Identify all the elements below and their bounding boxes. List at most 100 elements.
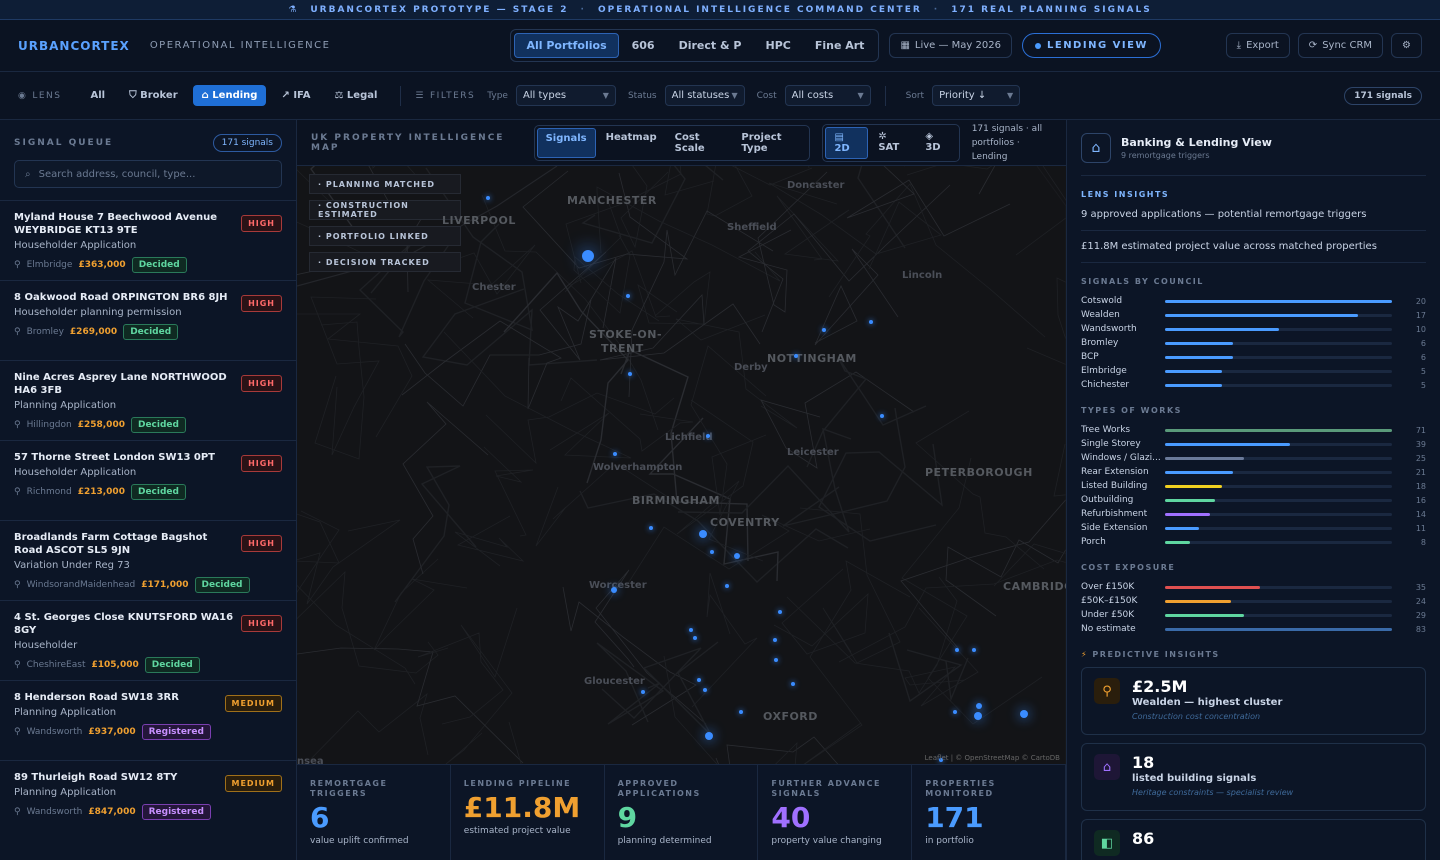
lens-ifa[interactable]: ↗ IFA: [272, 85, 319, 106]
signal-marker[interactable]: [613, 452, 617, 456]
signal-list-item[interactable]: 57 Thorne Street London SW13 0PT Househo…: [0, 440, 296, 520]
bar-row[interactable]: Wandsworth 10: [1081, 322, 1426, 336]
signal-marker[interactable]: [1020, 710, 1028, 718]
map-legend-item[interactable]: · DECISION TRACKED: [309, 252, 461, 272]
tab-project-type[interactable]: Project Type: [733, 128, 807, 158]
portfolio-fine-art[interactable]: Fine Art: [804, 34, 876, 57]
signal-marker[interactable]: [641, 690, 645, 694]
card-value: £2.5M: [1132, 677, 1188, 696]
signal-list-item[interactable]: Myland House 7 Beechwood Avenue WEYBRIDG…: [0, 200, 296, 280]
signal-marker[interactable]: [705, 732, 713, 740]
signal-marker[interactable]: [974, 712, 982, 720]
search-input[interactable]: ⌕ Search address, council, type...: [14, 160, 282, 188]
bar-row[interactable]: Chichester 5: [1081, 378, 1426, 392]
signal-marker[interactable]: [976, 703, 982, 709]
signal-marker[interactable]: [697, 678, 701, 682]
signal-marker[interactable]: [626, 294, 630, 298]
signal-marker[interactable]: [794, 354, 798, 358]
signal-marker[interactable]: [693, 636, 697, 640]
signal-marker[interactable]: [710, 550, 714, 554]
signal-marker[interactable]: [734, 553, 740, 559]
signal-marker[interactable]: [822, 328, 826, 332]
signal-marker[interactable]: [689, 628, 693, 632]
bar-row[interactable]: No estimate 83: [1081, 622, 1426, 636]
signal-list-item[interactable]: 89 Thurleigh Road SW12 8TY Planning Appl…: [0, 760, 296, 840]
signal-marker[interactable]: [953, 710, 957, 714]
lending-view-button[interactable]: LENDING VIEW: [1021, 33, 1161, 58]
bar-row[interactable]: Elmbridge 5: [1081, 364, 1426, 378]
map-legend-item[interactable]: · PLANNING MATCHED: [309, 174, 461, 194]
portfolio-direct[interactable]: Direct & P: [668, 34, 753, 57]
portfolio-hpc[interactable]: HPC: [754, 34, 801, 57]
signal-list-item[interactable]: Broadlands Farm Cottage Bagshot Road ASC…: [0, 520, 296, 600]
bar-row[interactable]: £50K–£150K 24: [1081, 594, 1426, 608]
bar-row[interactable]: Outbuilding 16: [1081, 493, 1426, 507]
map-legend-item[interactable]: · PORTFOLIO LINKED: [309, 226, 461, 246]
bar-row[interactable]: Listed Building 18: [1081, 479, 1426, 493]
bar-track: [1165, 498, 1392, 502]
bar-label: Bromley: [1081, 338, 1119, 348]
signal-marker[interactable]: [880, 414, 884, 418]
status-select[interactable]: All statuses ▼: [664, 85, 745, 106]
bar-row[interactable]: BCP 6: [1081, 350, 1426, 364]
signal-list-item[interactable]: 8 Henderson Road SW18 3RR Planning Appli…: [0, 680, 296, 760]
signal-marker[interactable]: [611, 587, 617, 593]
bar-row[interactable]: Tree Works 71: [1081, 423, 1426, 437]
signal-marker[interactable]: [628, 372, 632, 376]
signal-marker[interactable]: [955, 648, 959, 652]
signal-marker[interactable]: [972, 648, 976, 652]
map-legend-item[interactable]: · CONSTRUCTION ESTIMATED: [309, 200, 461, 220]
signal-list-item[interactable]: Nine Acres Asprey Lane NORTHWOOD HA6 3FB…: [0, 360, 296, 440]
view-sat[interactable]: ✲ SAT: [870, 127, 915, 159]
signal-marker[interactable]: [791, 682, 795, 686]
bar-row[interactable]: Refurbishment 14: [1081, 507, 1426, 521]
brand-logo[interactable]: URBANCORTEX: [18, 39, 130, 53]
signal-marker[interactable]: [699, 530, 707, 538]
signal-marker[interactable]: [869, 320, 873, 324]
lens-all[interactable]: All: [82, 85, 115, 106]
bar-row[interactable]: Single Storey 39: [1081, 437, 1426, 451]
bar-row[interactable]: Rear Extension 21: [1081, 465, 1426, 479]
bar-row[interactable]: Bromley 6: [1081, 336, 1426, 350]
tab-signals[interactable]: Signals: [536, 127, 596, 158]
bar-row[interactable]: Under £50K 29: [1081, 608, 1426, 622]
export-button[interactable]: ⤓ Export: [1225, 33, 1290, 58]
bar-row[interactable]: Side Extension 11: [1081, 521, 1426, 535]
view-3d[interactable]: ◈ 3D: [917, 127, 956, 159]
bar-row[interactable]: Over £150K 35: [1081, 580, 1426, 594]
bar-row[interactable]: Cotswold 20: [1081, 294, 1426, 308]
predictive-card[interactable]: ◧ 86: [1081, 819, 1426, 860]
signal-marker[interactable]: [703, 688, 707, 692]
tab-cost-scale[interactable]: Cost Scale: [667, 128, 732, 158]
settings-button[interactable]: ⚙: [1391, 33, 1422, 58]
signal-marker[interactable]: [774, 658, 778, 662]
bar-row[interactable]: Wealden 17: [1081, 308, 1426, 322]
cost-select[interactable]: All costs ▼: [784, 85, 871, 106]
predictive-card[interactable]: ⌂ 18 listed building signals Heritage const…: [1081, 743, 1426, 811]
map-canvas[interactable]: · PLANNING MATCHED · CONSTRUCTION ESTIMAT…: [297, 166, 1066, 764]
signal-marker[interactable]: [706, 434, 710, 438]
type-select[interactable]: All types ▼: [515, 85, 616, 106]
view-2d[interactable]: ▤ 2D: [825, 126, 869, 159]
sync-crm-button[interactable]: ⟳ Sync CRM: [1297, 33, 1384, 58]
predictive-card[interactable]: ⚲ £2.5M Wealden — highest cluster Construct…: [1081, 667, 1426, 735]
signal-marker[interactable]: [486, 196, 490, 200]
lens-broker[interactable]: ⛉ Broker: [120, 85, 187, 106]
signal-list-item[interactable]: 4 St. Georges Close KNUTSFORD WA16 8GY H…: [0, 600, 296, 680]
signal-marker[interactable]: [649, 526, 653, 530]
signal-list-item[interactable]: 8 Oakwood Road ORPINGTON BR6 8JH Househo…: [0, 280, 296, 360]
lens-legal[interactable]: ⚖ Legal: [325, 85, 386, 106]
lens-lending[interactable]: ⌂ Lending: [192, 85, 267, 106]
bar-row[interactable]: Porch 8: [1081, 535, 1426, 549]
portfolio-606[interactable]: 606: [621, 34, 666, 57]
signal-marker[interactable]: [725, 584, 729, 588]
signal-marker[interactable]: [582, 250, 594, 262]
signal-marker[interactable]: [739, 710, 743, 714]
bar-row[interactable]: Windows / Glazi... 25: [1081, 451, 1426, 465]
signal-marker[interactable]: [773, 638, 777, 642]
signal-marker[interactable]: [778, 610, 782, 614]
tab-heatmap[interactable]: Heatmap: [598, 128, 665, 158]
portfolio-all[interactable]: All Portfolios: [514, 33, 619, 58]
live-date-button[interactable]: ▦ Live — May 2026: [889, 33, 1012, 58]
sort-select[interactable]: Priority ↓ ▼: [932, 85, 1021, 106]
